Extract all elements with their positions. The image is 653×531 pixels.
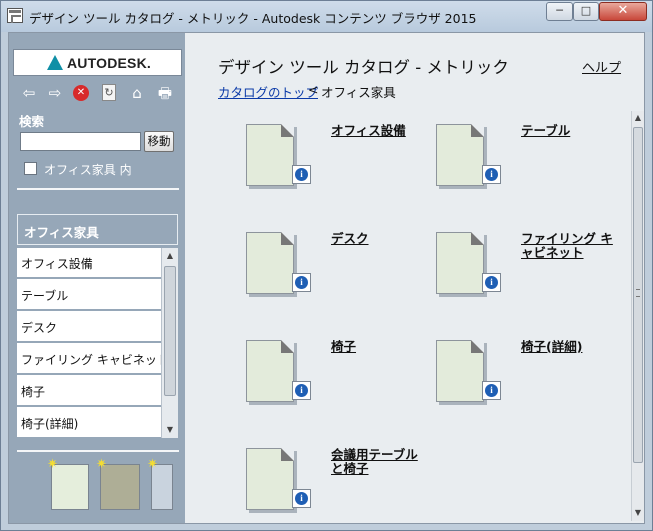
info-icon[interactable]: i <box>292 381 311 400</box>
info-icon[interactable]: i <box>482 381 501 400</box>
tool-palette-thumbnail[interactable]: ✷ <box>96 458 140 510</box>
info-glyph: i <box>485 168 498 181</box>
scroll-down-arrow-icon[interactable]: ▼ <box>162 422 178 438</box>
info-glyph: i <box>295 276 308 289</box>
category-item-desks[interactable]: デスク <box>17 312 161 343</box>
catalog-item-label[interactable]: オフィス設備 <box>331 124 426 138</box>
sparkle-icon: ✷ <box>147 457 158 472</box>
info-glyph: i <box>295 168 308 181</box>
home-icon[interactable]: ⌂ <box>127 83 147 103</box>
maximize-button[interactable]: □ <box>573 2 599 21</box>
catalog-item-conference-tables-chairs[interactable]: i 会議用テーブルと椅子 <box>246 448 426 530</box>
sparkle-icon: ✷ <box>47 457 58 472</box>
help-link[interactable]: ヘルプ <box>582 57 621 76</box>
scroll-up-arrow-icon[interactable]: ▲ <box>162 248 178 264</box>
breadcrumb-current: オフィス家具 <box>321 85 396 100</box>
autodesk-logo: AUTODESK. <box>13 49 182 76</box>
info-icon[interactable]: i <box>292 489 311 508</box>
category-item-filing-cabinets[interactable]: ファイリング キャビネット <box>17 344 169 375</box>
tool-palette-thumbnail[interactable]: ✷ <box>47 458 89 510</box>
category-item-chairs[interactable]: 椅子 <box>17 376 161 407</box>
info-glyph: i <box>295 384 308 397</box>
divider <box>17 188 179 190</box>
category-header[interactable]: オフィス家具 <box>17 214 178 245</box>
search-go-button[interactable]: 移動 <box>144 131 174 152</box>
tool-palette-thumbnail[interactable]: ✷ <box>147 458 173 510</box>
refresh-icon[interactable]: ↻ <box>99 83 119 103</box>
close-button[interactable]: ✕ <box>599 2 647 21</box>
info-icon[interactable]: i <box>482 273 501 292</box>
info-icon[interactable]: i <box>292 273 311 292</box>
category-item-office-equipment[interactable]: オフィス設備 <box>17 248 161 279</box>
forward-icon[interactable]: ⇨ <box>45 83 65 103</box>
stop-glyph: ✕ <box>73 85 89 101</box>
catalog-item-label[interactable]: 椅子(詳細) <box>521 340 616 354</box>
autodesk-logo-mark-icon <box>47 55 63 70</box>
catalog-main-panel: デザイン ツール カタログ - メトリック ヘルプ カタログのトップ < オフィ… <box>185 33 644 523</box>
search-label: 検索 <box>19 114 45 129</box>
scroll-grip <box>636 289 640 297</box>
catalog-item-label[interactable]: テーブル <box>521 124 616 138</box>
navigation-toolbar: ⇦ ⇨ ✕ ↻ ⌂ 🖶 <box>19 83 179 105</box>
divider <box>17 450 179 452</box>
breadcrumb-separator: < <box>308 82 319 97</box>
scroll-thumb[interactable] <box>164 266 176 396</box>
sparkle-icon: ✷ <box>96 457 107 472</box>
app-window: デザイン ツール カタログ - メトリック - Autodesk コンテンツ ブ… <box>0 0 653 531</box>
catalog-item-tables[interactable]: i テーブル <box>436 124 616 206</box>
search-scope-label: オフィス家具 内 <box>44 163 132 177</box>
app-icon[interactable] <box>7 8 23 23</box>
print-icon[interactable]: 🖶 <box>155 83 175 103</box>
catalog-folder-icon[interactable] <box>436 232 484 294</box>
catalog-item-filing-cabinets[interactable]: i ファイリング キャビネット <box>436 232 616 314</box>
catalog-folder-icon[interactable] <box>436 124 484 186</box>
minimize-button[interactable]: ─ <box>546 2 573 21</box>
search-scope-checkbox[interactable] <box>24 162 37 175</box>
catalog-folder-icon[interactable] <box>246 124 294 186</box>
main-vertical-scrollbar[interactable]: ▲ ▼ <box>631 111 644 521</box>
scroll-up-arrow-icon[interactable]: ▲ <box>632 111 644 125</box>
stop-icon[interactable]: ✕ <box>71 83 91 103</box>
category-list: オフィス設備 テーブル デスク ファイリング キャビネット 椅子 椅子(詳細) … <box>17 248 178 438</box>
catalog-folder-icon[interactable] <box>246 448 294 510</box>
info-icon[interactable]: i <box>482 165 501 184</box>
breadcrumb-catalog-top-link[interactable]: カタログのトップ <box>218 82 318 101</box>
refresh-glyph: ↻ <box>102 84 116 101</box>
browser-client-area: AUTODESK. ⇦ ⇨ ✕ ↻ ⌂ 🖶 検索 移動 オフィス家具 内 オフィ… <box>8 32 645 524</box>
category-item-chairs-detailed[interactable]: 椅子(詳細) <box>17 408 161 438</box>
logo-text: AUTODESK. <box>67 55 151 71</box>
scroll-thumb[interactable] <box>633 127 643 463</box>
info-glyph: i <box>485 276 498 289</box>
catalog-item-label[interactable]: 椅子 <box>331 340 426 354</box>
catalog-folder-icon[interactable] <box>436 340 484 402</box>
catalog-folder-icon[interactable] <box>246 232 294 294</box>
back-icon[interactable]: ⇦ <box>19 83 39 103</box>
info-icon[interactable]: i <box>292 165 311 184</box>
catalog-folder-icon[interactable] <box>246 340 294 402</box>
search-input[interactable] <box>20 132 141 151</box>
catalog-item-desks[interactable]: i デスク <box>246 232 426 314</box>
catalog-item-office-equipment[interactable]: i オフィス設備 <box>246 124 426 206</box>
catalog-item-chairs-detailed[interactable]: i 椅子(詳細) <box>436 340 616 422</box>
title-bar[interactable]: デザイン ツール カタログ - メトリック - Autodesk コンテンツ ブ… <box>1 1 652 32</box>
catalog-item-label[interactable]: デスク <box>331 232 426 246</box>
info-glyph: i <box>485 384 498 397</box>
info-glyph: i <box>295 492 308 505</box>
catalog-item-chairs[interactable]: i 椅子 <box>246 340 426 422</box>
category-list-scrollbar[interactable]: ▲ ▼ <box>161 248 178 438</box>
category-item-tables[interactable]: テーブル <box>17 280 161 311</box>
catalog-item-label[interactable]: ファイリング キャビネット <box>521 232 616 260</box>
window-title: デザイン ツール カタログ - メトリック - Autodesk コンテンツ ブ… <box>29 11 477 26</box>
page-title: デザイン ツール カタログ - メトリック <box>218 58 509 77</box>
scroll-down-arrow-icon[interactable]: ▼ <box>632 506 644 520</box>
catalog-item-label[interactable]: 会議用テーブルと椅子 <box>331 448 426 476</box>
sidebar: AUTODESK. ⇦ ⇨ ✕ ↻ ⌂ 🖶 検索 移動 オフィス家具 内 オフィ… <box>9 33 185 523</box>
